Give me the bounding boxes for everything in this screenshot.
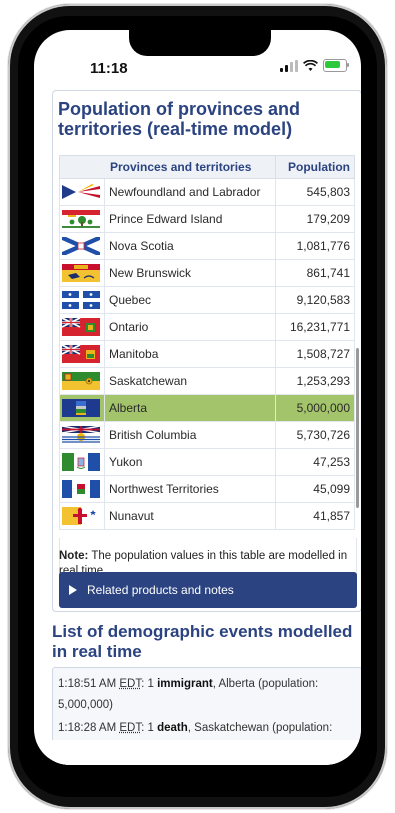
status-time: 11:18 bbox=[90, 60, 128, 77]
province-name: Newfoundland and Labrador bbox=[104, 178, 276, 206]
event-time: 1:18:51 AM bbox=[58, 678, 117, 690]
event-prefix: : 1 bbox=[141, 722, 158, 734]
province-population: 47,253 bbox=[275, 448, 355, 476]
table-row: Yukon 47,253 bbox=[59, 448, 355, 476]
signal-icon bbox=[280, 59, 298, 72]
table-row: Prince Edward Island 179,209 bbox=[59, 205, 355, 233]
table-row: Manitoba 1,508,727 bbox=[59, 340, 355, 368]
table-row: Newfoundland and Labrador 545,803 bbox=[59, 178, 355, 206]
province-name: Saskatchewan bbox=[104, 367, 276, 395]
table-row-highlighted: Alberta 5,000,000 bbox=[59, 394, 355, 422]
expand-triangle-icon bbox=[69, 585, 77, 595]
events-section-title: List of demographic events modelled in r… bbox=[52, 622, 353, 661]
province-population: 545,803 bbox=[275, 178, 355, 206]
province-name: Ontario bbox=[104, 313, 276, 341]
province-name: Manitoba bbox=[104, 340, 276, 368]
event-suffix: , Saskatchewan (population: bbox=[187, 722, 333, 734]
province-name: British Columbia bbox=[104, 421, 276, 449]
header-population: Population bbox=[275, 155, 355, 179]
pei-flag-icon bbox=[62, 210, 100, 228]
province-name: Quebec bbox=[104, 286, 276, 314]
battery-icon bbox=[323, 59, 349, 72]
province-name: Nunavut bbox=[104, 502, 276, 530]
province-population: 9,120,583 bbox=[275, 286, 355, 314]
table-row: Ontario 16,231,771 bbox=[59, 313, 355, 341]
british-columbia-flag-icon bbox=[62, 426, 100, 444]
population-card: Population of provinces and territories … bbox=[52, 90, 361, 612]
table-row: Saskatchewan 1,253,293 bbox=[59, 367, 355, 395]
event-type: death bbox=[157, 722, 188, 734]
table-header-row: Provinces and territories Population bbox=[59, 155, 355, 179]
yukon-flag-icon bbox=[62, 453, 100, 471]
related-products-button[interactable]: Related products and notes bbox=[59, 572, 357, 608]
province-population: 16,231,771 bbox=[275, 313, 355, 341]
header-provinces: Provinces and territories bbox=[59, 155, 276, 179]
event-timezone: EDT bbox=[119, 678, 142, 690]
province-population: 179,209 bbox=[275, 205, 355, 233]
province-population: 45,099 bbox=[275, 475, 355, 503]
nova-scotia-flag-icon bbox=[62, 237, 100, 255]
newfoundland-flag-icon bbox=[62, 183, 100, 201]
province-population: 5,000,000 bbox=[275, 394, 355, 422]
phone-screen: 11:18 Population of provinces and territ… bbox=[34, 30, 361, 765]
province-name: New Brunswick bbox=[104, 259, 276, 287]
table-row: Quebec 9,120,583 bbox=[59, 286, 355, 314]
province-population: 1,081,776 bbox=[275, 232, 355, 260]
wifi-icon bbox=[303, 59, 318, 71]
province-population: 861,741 bbox=[275, 259, 355, 287]
event-prefix: : 1 bbox=[141, 678, 158, 690]
note-label: Note: bbox=[59, 550, 89, 562]
nunavut-flag-icon bbox=[62, 507, 100, 525]
event-type: immigrant bbox=[157, 678, 213, 690]
table-row: Nova Scotia 1,081,776 bbox=[59, 232, 355, 260]
table-row: New Brunswick 861,741 bbox=[59, 259, 355, 287]
province-population: 1,508,727 bbox=[275, 340, 355, 368]
population-table: Provinces and territories Population New… bbox=[59, 155, 355, 530]
scrollbar[interactable] bbox=[356, 348, 359, 508]
event-item: 1:18:28 AM EDT: 1 death, Saskatchewan (p… bbox=[58, 718, 358, 739]
ontario-flag-icon bbox=[62, 318, 100, 336]
province-name: Nova Scotia bbox=[104, 232, 276, 260]
province-population: 5,730,726 bbox=[275, 421, 355, 449]
new-brunswick-flag-icon bbox=[62, 264, 100, 282]
province-name: Prince Edward Island bbox=[104, 205, 276, 233]
province-name: Northwest Territories bbox=[104, 475, 276, 503]
event-time: 1:18:28 AM bbox=[58, 722, 117, 734]
status-icons bbox=[280, 59, 349, 72]
notch bbox=[129, 30, 271, 56]
quebec-flag-icon bbox=[62, 291, 100, 309]
province-population: 41,857 bbox=[275, 502, 355, 530]
table-row: Northwest Territories 45,099 bbox=[59, 475, 355, 503]
saskatchewan-flag-icon bbox=[62, 372, 100, 390]
table-row: Nunavut 41,857 bbox=[59, 502, 355, 530]
event-item: 1:18:51 AM EDT: 1 immigrant, Alberta (po… bbox=[58, 674, 358, 716]
event-timezone: EDT bbox=[119, 722, 142, 734]
related-products-label: Related products and notes bbox=[87, 583, 234, 597]
manitoba-flag-icon bbox=[62, 345, 100, 363]
nwt-flag-icon bbox=[62, 480, 100, 498]
page-content: Population of provinces and territories … bbox=[34, 82, 361, 765]
province-name: Yukon bbox=[104, 448, 276, 476]
table-row: British Columbia 5,730,726 bbox=[59, 421, 355, 449]
card-title: Population of provinces and territories … bbox=[58, 99, 301, 139]
bottom-safe-area bbox=[34, 740, 361, 765]
province-name: Alberta bbox=[104, 394, 276, 422]
alberta-flag-icon bbox=[62, 399, 100, 417]
province-population: 1,253,293 bbox=[275, 367, 355, 395]
